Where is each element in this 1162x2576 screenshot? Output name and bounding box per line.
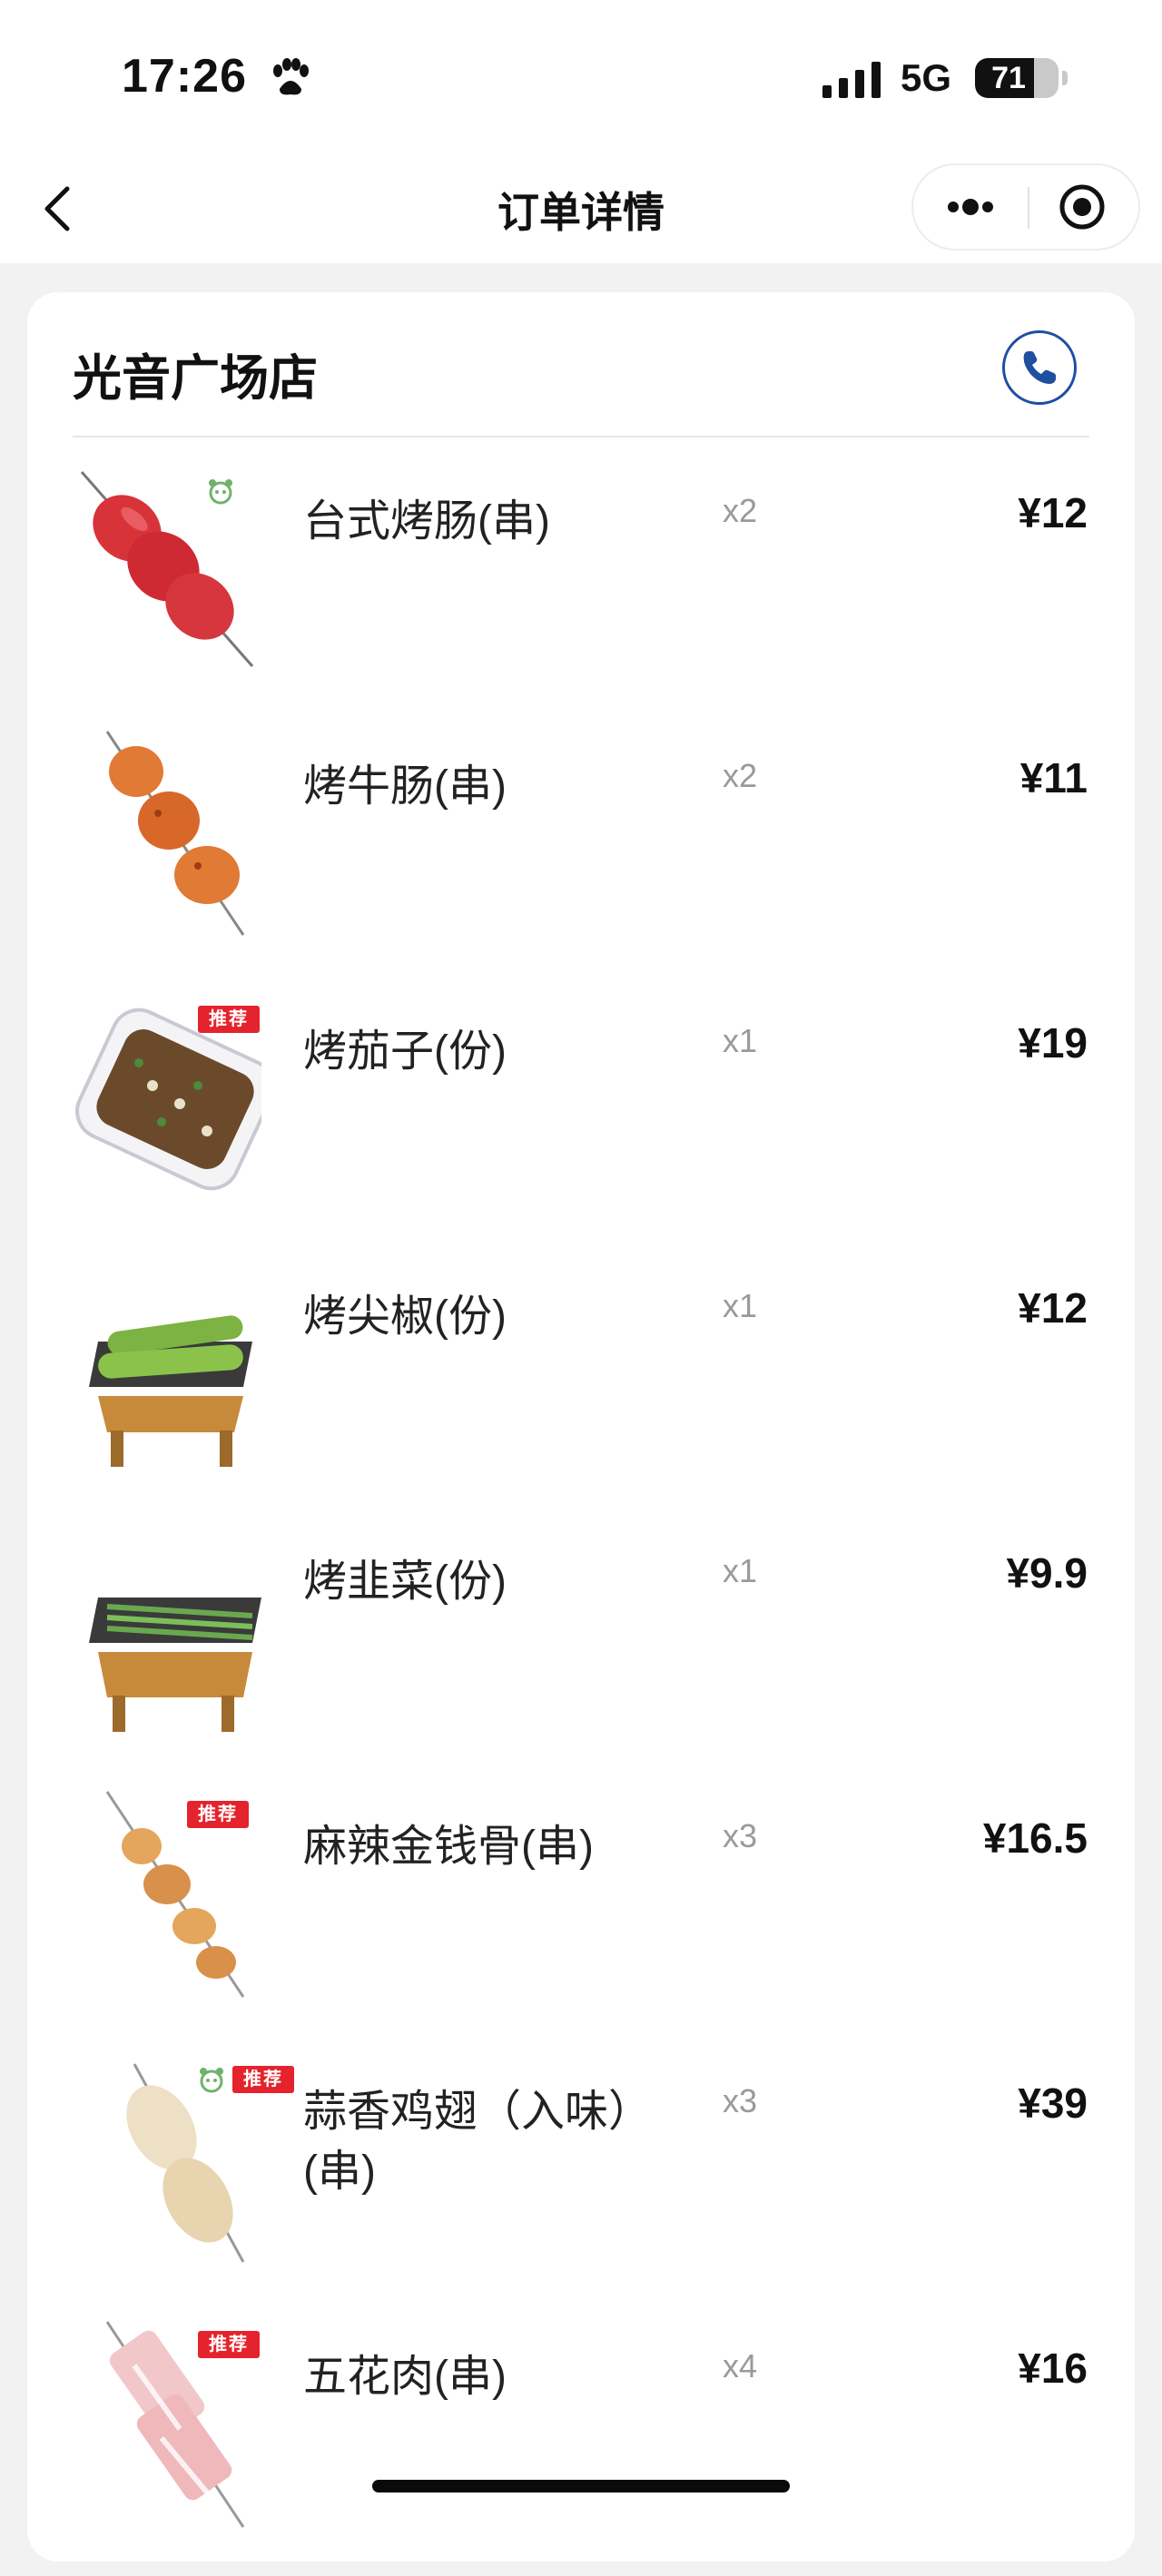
item-price: ¥19: [1018, 1019, 1088, 1067]
pepper-grill-image: [89, 1315, 252, 1467]
beef-intestine-skewer-image: [105, 731, 245, 936]
phone-icon: [1023, 351, 1056, 384]
status-bar: 17:26 5G 71: [0, 0, 1162, 154]
battery-cap: [1062, 71, 1068, 85]
item-quantity: x2: [723, 492, 758, 529]
nav-bar: 订单详情: [0, 154, 1162, 263]
close-mini-program-icon[interactable]: [1029, 165, 1138, 249]
order-item: 五花肉(串) x4 ¥16 推荐: [27, 2311, 1135, 2576]
item-name: 台式烤肠(串): [303, 497, 550, 546]
item-name: 烤牛肠(串): [303, 762, 507, 811]
mini-program-capsule: [911, 163, 1140, 251]
order-item: 烤尖椒(份) x1 ¥12: [27, 1251, 1135, 1516]
more-options-icon[interactable]: [913, 165, 1026, 249]
item-quantity: x3: [723, 2082, 758, 2119]
recommend-badge: 推荐: [198, 1006, 260, 1033]
order-item: 麻辣金钱骨(串) x3 ¥16.5 推荐: [27, 1781, 1135, 2046]
recommend-badge: 推荐: [198, 2331, 260, 2358]
item-name: 烤韭菜(份): [303, 1558, 507, 1606]
item-name: 烤尖椒(份): [303, 1293, 507, 1341]
paw-icon: [273, 58, 309, 95]
store-divider: [73, 436, 1089, 438]
item-quantity: x3: [723, 1817, 758, 1854]
order-item: 烤茄子(份) x1 ¥19 推荐: [27, 986, 1135, 1251]
status-time: 17:26: [122, 50, 247, 103]
item-price: ¥39: [1018, 2079, 1088, 2127]
recommend-badge: 推荐: [187, 1801, 249, 1828]
recommend-badge: 推荐: [232, 2066, 294, 2093]
item-name: 五花肉(串): [303, 2353, 507, 2401]
item-quantity: x2: [723, 757, 758, 794]
item-quantity: x1: [723, 1552, 758, 1589]
home-indicator: [372, 2480, 790, 2492]
item-price: ¥16: [1018, 2345, 1088, 2392]
item-quantity: x1: [723, 1022, 758, 1059]
order-card: 光音广场店 台式烤肠(串) x2 ¥12 烤牛肠(串) x2 ¥11 烤茄子(份…: [27, 292, 1135, 2561]
battery-icon: 71: [975, 58, 1059, 98]
item-quantity: x1: [723, 1287, 758, 1324]
signal-icon: [822, 62, 881, 98]
item-price: ¥12: [1018, 489, 1088, 536]
item-price: ¥16.5: [982, 1814, 1088, 1862]
item-name: 麻辣金钱骨(串): [303, 1823, 594, 1871]
order-item: 烤牛肠(串) x2 ¥11: [27, 721, 1135, 986]
call-store-button[interactable]: [1002, 330, 1077, 405]
item-name: 蒜香鸡翅（入味）(串): [303, 2088, 653, 2196]
mascot-icon: [209, 479, 232, 505]
network-type: 5G: [901, 56, 952, 99]
order-item: 蒜香鸡翅（入味）(串) x3 ¥39 推荐: [27, 2046, 1135, 2311]
item-price: ¥9.9: [1006, 1549, 1088, 1597]
order-item: 台式烤肠(串) x2 ¥12: [27, 456, 1135, 721]
item-price: ¥12: [1018, 1284, 1088, 1332]
mascot-icon: [200, 2068, 223, 2093]
order-item: 烤韭菜(份) x1 ¥9.9: [27, 1516, 1135, 1781]
item-price: ¥11: [1019, 754, 1088, 801]
chive-grill-image: [89, 1598, 261, 1732]
store-name: 光音广场店: [73, 351, 318, 406]
item-quantity: x4: [723, 2347, 758, 2384]
item-name: 烤茄子(份): [303, 1027, 507, 1076]
battery-level: 71: [991, 61, 1026, 95]
